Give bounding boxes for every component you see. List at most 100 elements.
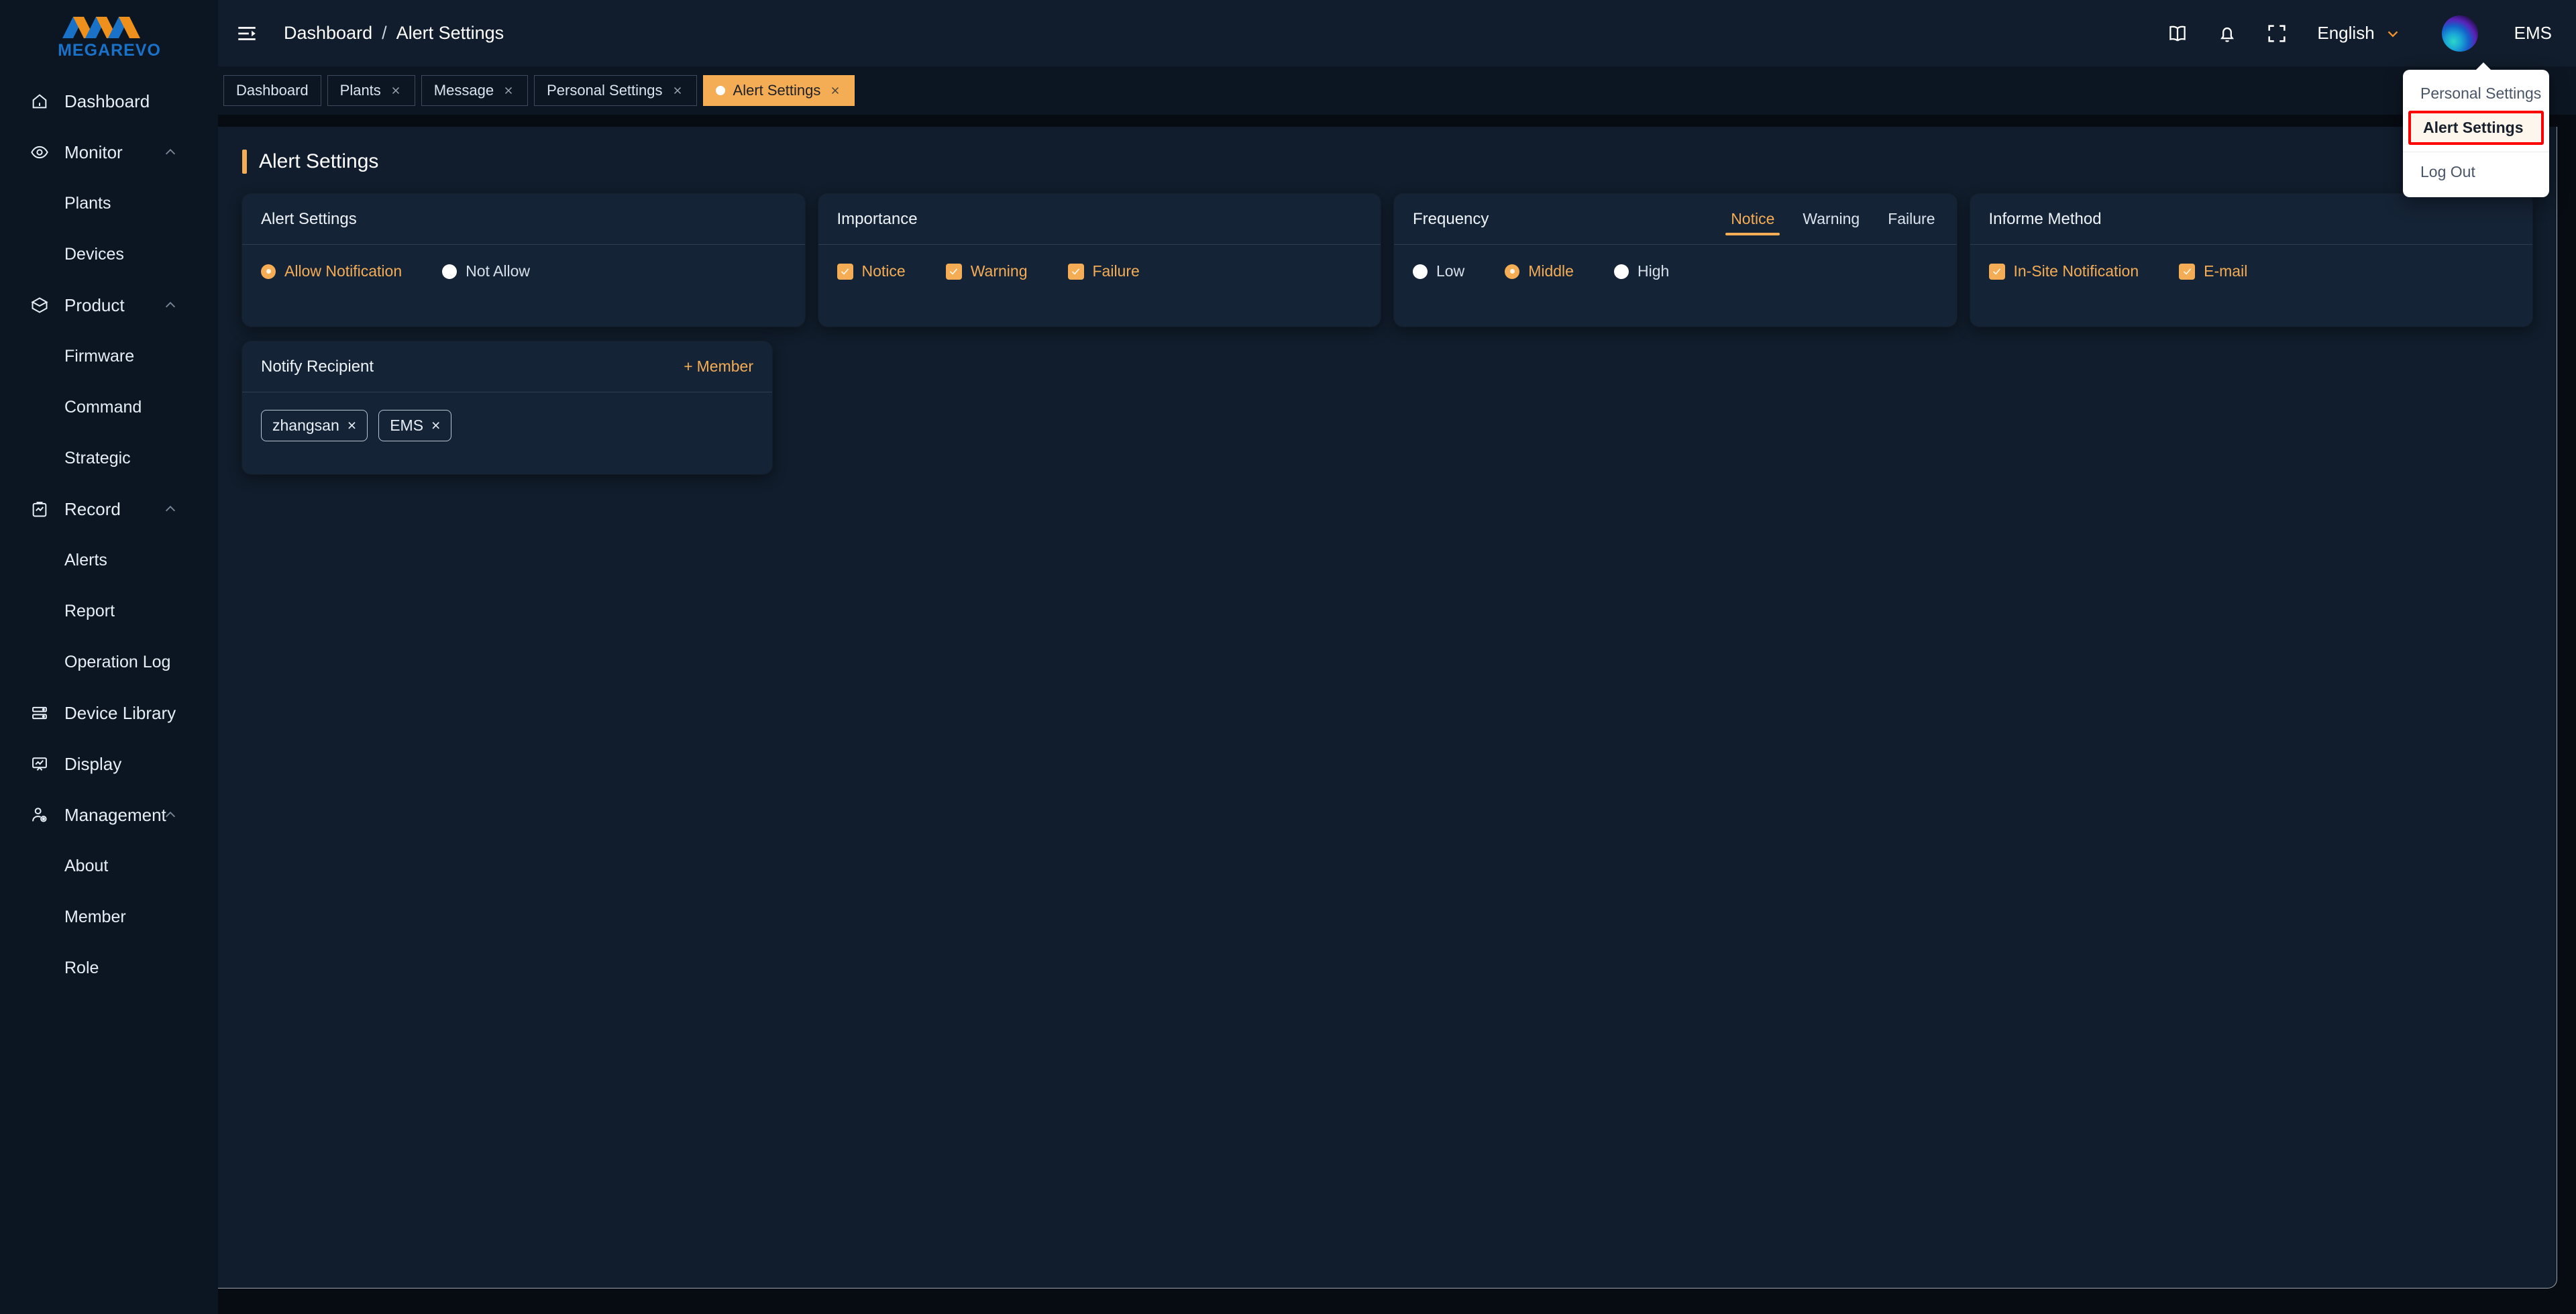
radio-icon <box>1505 264 1520 279</box>
card-title: Importance <box>837 209 918 228</box>
radio-allow-notification[interactable]: Allow Notification <box>261 262 402 280</box>
sidebar-item-about[interactable]: About <box>0 840 218 891</box>
eye-icon <box>30 142 50 162</box>
menu-item-alert-settings[interactable]: Alert Settings <box>2408 111 2544 145</box>
active-tab-dot-icon <box>715 86 725 95</box>
page-title-text: Alert Settings <box>259 150 379 172</box>
sidebar-item-label: Plants <box>64 193 111 213</box>
settings-cards-row: Alert Settings Allow Notification Not Al… <box>218 194 2557 327</box>
chevron-up-icon <box>163 145 178 160</box>
recipient-chip-list: zhangsan × EMS × <box>261 410 753 441</box>
recipient-chip[interactable]: zhangsan × <box>261 410 368 441</box>
checkbox-email[interactable]: E-mail <box>2179 262 2247 280</box>
sidebar-item-report[interactable]: Report <box>0 586 218 637</box>
sidebar-item-device-library[interactable]: Device Library <box>0 688 218 738</box>
radio-middle[interactable]: Middle <box>1505 262 1574 280</box>
card-alert-settings: Alert Settings Allow Notification Not Al… <box>242 194 805 327</box>
book-icon[interactable] <box>2165 21 2190 46</box>
fullscreen-icon[interactable] <box>2265 21 2289 46</box>
option-label: Allow Notification <box>284 262 402 280</box>
card-header: Frequency Notice Warning Failure <box>1394 194 1957 245</box>
sidebar-item-devices[interactable]: Devices <box>0 229 218 280</box>
user-gear-icon <box>30 805 50 825</box>
plus-icon: + <box>684 358 693 375</box>
sidebar-item-label: Report <box>64 601 115 620</box>
sidebar-item-plants[interactable]: Plants <box>0 178 218 229</box>
radio-not-allow[interactable]: Not Allow <box>442 262 530 280</box>
sidebar-item-label: About <box>64 856 109 875</box>
card-body: Notice Warning Failure <box>818 245 1381 327</box>
sidebar-item-label: Command <box>64 397 142 417</box>
radio-icon <box>1613 264 1629 279</box>
brand-logo[interactable]: MEGAREVO <box>0 0 218 70</box>
tab-label: Personal Settings <box>547 82 663 99</box>
option-label: In-Site Notification <box>2013 262 2139 280</box>
card-body: Allow Notification Not Allow <box>242 245 805 327</box>
tab-label: Dashboard <box>236 82 309 99</box>
chip-label: EMS <box>390 417 424 434</box>
sidebar-collapse-icon[interactable] <box>235 22 258 45</box>
sidebar-item-role[interactable]: Role <box>0 942 218 993</box>
tab-strip: Dashboard Plants Message Personal Settin… <box>218 66 2576 115</box>
card-body: Low Middle High <box>1394 245 1957 327</box>
menu-item-personal-settings[interactable]: Personal Settings <box>2403 76 2549 111</box>
tab-dashboard[interactable]: Dashboard <box>223 75 321 106</box>
check-icon <box>2179 263 2196 280</box>
checkbox-warning[interactable]: Warning <box>945 262 1028 280</box>
card-title: Informe Method <box>1988 209 2102 228</box>
close-icon[interactable] <box>828 84 842 97</box>
option-label: E-mail <box>2204 262 2248 280</box>
menu-item-log-out[interactable]: Log Out <box>2403 155 2549 189</box>
tab-plants[interactable]: Plants <box>327 75 415 106</box>
username-label[interactable]: EMS <box>2514 23 2552 44</box>
breadcrumb-root[interactable]: Dashboard <box>284 23 372 44</box>
radio-low[interactable]: Low <box>1413 262 1464 280</box>
checkbox-failure[interactable]: Failure <box>1067 262 1140 280</box>
breadcrumb-separator: / <box>382 23 387 43</box>
radio-high[interactable]: High <box>1613 262 1669 280</box>
tab-personal-settings[interactable]: Personal Settings <box>534 75 697 106</box>
sidebar-item-operation-log[interactable]: Operation Log <box>0 637 218 688</box>
card-header: Alert Settings <box>242 194 805 245</box>
card-title: Frequency <box>1413 209 1489 228</box>
sidebar-item-member[interactable]: Member <box>0 891 218 942</box>
tab-alert-settings[interactable]: Alert Settings <box>702 75 855 106</box>
sidebar-item-strategic[interactable]: Strategic <box>0 433 218 484</box>
radio-icon <box>442 264 458 279</box>
sidebar-item-alerts[interactable]: Alerts <box>0 535 218 586</box>
checkbox-notice[interactable]: Notice <box>837 262 906 280</box>
sidebar-item-label: Record <box>64 498 121 519</box>
bell-icon[interactable] <box>2215 21 2239 46</box>
radio-icon <box>1413 264 1428 279</box>
sidebar-item-display[interactable]: Display <box>0 738 218 789</box>
checkbox-in-site-notification[interactable]: In-Site Notification <box>1988 262 2139 280</box>
close-icon[interactable] <box>671 84 684 97</box>
card-title: Notify Recipient <box>261 357 374 376</box>
breadcrumb: Dashboard / Alert Settings <box>284 23 504 44</box>
close-icon[interactable]: × <box>431 417 440 435</box>
frequency-tabs: Notice Warning Failure <box>1725 194 1937 244</box>
frequency-tab-notice[interactable]: Notice <box>1725 194 1780 244</box>
content-area: Alert Settings Alert Settings Allow Noti… <box>218 115 2576 1314</box>
sidebar-item-dashboard[interactable]: Dashboard <box>0 76 218 127</box>
sidebar-item-command[interactable]: Command <box>0 382 218 433</box>
top-header: Dashboard / Alert Settings English EMS <box>218 0 2576 66</box>
sidebar-item-label: Operation Log <box>64 652 171 671</box>
tab-message[interactable]: Message <box>421 75 529 106</box>
language-selector[interactable]: English <box>2317 23 2401 44</box>
avatar[interactable] <box>2441 15 2478 52</box>
sidebar-item-record[interactable]: Record <box>0 484 218 535</box>
recipient-chip[interactable]: EMS × <box>378 410 452 441</box>
box-icon <box>30 295 50 315</box>
close-icon[interactable] <box>502 84 515 97</box>
sidebar-item-firmware[interactable]: Firmware <box>0 331 218 382</box>
frequency-tab-warning[interactable]: Warning <box>1800 194 1862 244</box>
close-icon[interactable]: × <box>347 417 356 435</box>
frequency-tab-failure[interactable]: Failure <box>1885 194 1937 244</box>
sidebar-item-product[interactable]: Product <box>0 280 218 331</box>
sidebar-item-monitor[interactable]: Monitor <box>0 127 218 178</box>
close-icon[interactable] <box>389 84 402 97</box>
option-label: Middle <box>1528 262 1574 280</box>
add-member-button[interactable]: + Member <box>684 358 753 376</box>
sidebar-item-management[interactable]: Management <box>0 789 218 840</box>
